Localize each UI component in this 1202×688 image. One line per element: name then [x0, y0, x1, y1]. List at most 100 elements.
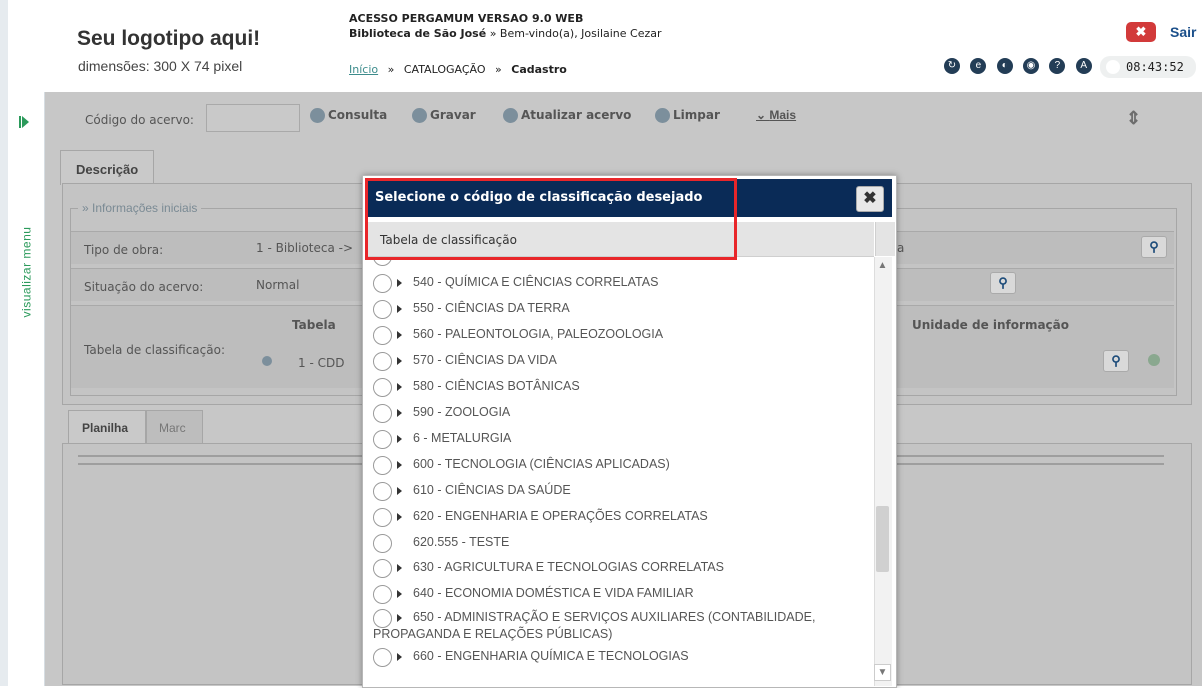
list-item[interactable]: 580 - CIÊNCIAS BOTÂNICAS — [366, 376, 874, 398]
list-item-label: 630 - AGRICULTURA E TECNOLOGIAS CORRELAT… — [413, 560, 724, 574]
access-title: ACESSO PERGAMUM VERSAO 9.0 WEB — [349, 12, 584, 25]
list-item[interactable]: 620.555 - TESTE — [366, 532, 874, 554]
expand-triangle-icon[interactable] — [397, 383, 402, 391]
x-icon: ✖ — [1135, 24, 1147, 39]
exit-button[interactable]: ✖ — [1126, 22, 1156, 42]
expand-triangle-icon[interactable] — [397, 590, 402, 598]
radio-button[interactable] — [373, 456, 392, 475]
radio-button[interactable] — [373, 352, 392, 371]
expand-triangle-icon[interactable] — [397, 653, 402, 661]
list-item[interactable]: 600 - TECNOLOGIA (CIÊNCIAS APLICADAS) — [366, 454, 874, 476]
help-icon[interactable]: ◐ — [996, 58, 1013, 74]
list-item-label: 550 - CIÊNCIAS DA TERRA — [413, 301, 570, 315]
save-label: Gravar — [430, 108, 476, 122]
list-item[interactable]: 620 - ENGENHARIA E OPERAÇÕES CORRELATAS — [366, 506, 874, 528]
update-collection-button[interactable]: Atualizar acervo — [503, 108, 631, 123]
radio-button[interactable] — [373, 559, 392, 578]
world-icon[interactable]: ◉ — [1023, 58, 1040, 74]
expand-triangle-icon[interactable] — [397, 461, 402, 469]
list-item[interactable]: 570 - CIÊNCIAS DA VIDA — [366, 350, 874, 372]
scroll-up-icon[interactable]: ▲ — [874, 257, 891, 274]
show-menu-toggle[interactable]: visualizar menu — [19, 215, 39, 335]
expand-triangle-icon[interactable] — [397, 305, 402, 313]
list-item[interactable]: 610 - CIÊNCIAS DA SAÚDE — [366, 480, 874, 502]
a-icon[interactable]: A — [1075, 58, 1092, 74]
modal-close-button[interactable]: ✖ — [856, 186, 884, 212]
expand-triangle-icon[interactable] — [397, 279, 402, 287]
list-item[interactable]: 6 - METALURGIA — [366, 428, 874, 450]
logo-subtitle: dimensões: 300 X 74 pixel — [78, 58, 243, 74]
list-item[interactable]: 560 - PALEONTOLOGIA, PALEOZOOLOGIA — [366, 324, 874, 346]
tab-spreadsheet[interactable]: Planilha — [68, 410, 146, 445]
modal-column-header-spacer — [875, 222, 895, 256]
question-icon[interactable]: ? — [1049, 58, 1066, 74]
expand-triangle-icon[interactable] — [397, 487, 402, 495]
radio-button[interactable] — [373, 378, 392, 397]
logo-title: Seu logotipo aqui! — [77, 27, 261, 50]
clock: 08:43:52 — [1100, 56, 1196, 78]
scroll-down-icon[interactable]: ▼ — [874, 664, 891, 681]
radio-button[interactable] — [373, 326, 392, 345]
update-label: Atualizar acervo — [521, 108, 632, 122]
status-value[interactable]: Normal — [256, 278, 299, 292]
work-type-value[interactable]: 1 - Biblioteca -> — [256, 241, 353, 255]
expand-triangle-icon[interactable] — [397, 435, 402, 443]
list-item-label: 570 - CIÊNCIAS DA VIDA — [413, 353, 557, 367]
breadcrumb: Início » CATALOGAÇÃO » Cadastro — [349, 63, 567, 76]
save-button[interactable]: Gravar — [412, 108, 476, 123]
radio-button[interactable] — [373, 404, 392, 423]
list-item[interactable]: 540 - QUÍMICA E CIÊNCIAS CORRELATAS — [366, 272, 874, 294]
more-button[interactable]: ⌄ Mais — [756, 108, 796, 122]
radio-button[interactable] — [373, 508, 392, 527]
list-item[interactable]: 550 - CIÊNCIAS DA TERRA — [366, 298, 874, 320]
scrollbar-thumb[interactable] — [876, 506, 889, 572]
class-unit-search-button[interactable]: ⚲ — [1103, 350, 1129, 372]
code-input[interactable] — [206, 104, 300, 132]
expand-triangle-icon[interactable] — [397, 357, 402, 365]
list-item[interactable]: 640 - ECONOMIA DOMÉSTICA E VIDA FAMILIAR — [366, 583, 874, 605]
refresh-icon[interactable]: ↻ — [944, 58, 960, 74]
clock-time: 08:43:52 — [1126, 60, 1184, 74]
list-item[interactable]: 630 - AGRICULTURA E TECNOLOGIAS CORRELAT… — [366, 557, 874, 579]
welcome-text: » Bem-vindo(a), Josilaine Cezar — [489, 27, 662, 40]
breadcrumb-separator: » — [495, 63, 502, 76]
expand-triangle-icon[interactable] — [397, 513, 402, 521]
radio-button[interactable] — [373, 300, 392, 319]
list-item[interactable]: 660 - ENGENHARIA QUÍMICA E TECNOLOGIAS — [366, 646, 874, 668]
work-type-search-button[interactable]: ⚲ — [1141, 236, 1167, 258]
modal-scrollbar[interactable] — [874, 257, 892, 686]
radio-button[interactable] — [373, 534, 392, 553]
radio-button[interactable] — [373, 274, 392, 293]
consult-label: Consulta — [328, 108, 388, 122]
ie-icon[interactable]: e — [970, 58, 987, 74]
clear-label: Limpar — [673, 108, 720, 122]
radio-button[interactable] — [373, 648, 392, 667]
exit-label[interactable]: Sair — [1170, 24, 1196, 40]
scroll-updown-icon[interactable]: ⇕ — [1126, 108, 1141, 129]
expand-triangle-icon[interactable] — [397, 331, 402, 339]
tab-spreadsheet-label: Planilha — [82, 421, 129, 435]
radio-button[interactable] — [373, 430, 392, 449]
tab-marc[interactable]: Marc — [146, 410, 203, 445]
expand-arrow-icon[interactable] — [22, 116, 29, 128]
clear-button[interactable]: Limpar — [655, 108, 720, 123]
list-item[interactable]: 590 - ZOOLOGIA — [366, 402, 874, 424]
list-item-label: 610 - CIÊNCIAS DA SAÚDE — [413, 483, 571, 497]
class-info-icon[interactable] — [262, 356, 272, 366]
add-icon[interactable] — [1148, 354, 1160, 366]
radio-button[interactable] — [373, 585, 392, 604]
list-item-label: 620 - ENGENHARIA E OPERAÇÕES CORRELATAS — [413, 509, 708, 523]
status-label: Situação do acervo: — [84, 280, 204, 294]
list-item[interactable]: 650 - ADMINISTRAÇÃO E SERVIÇOS AUXILIARE… — [366, 607, 874, 647]
class-col-table: Tabela — [292, 318, 336, 332]
status-search-button[interactable]: ⚲ — [990, 272, 1016, 294]
expand-triangle-icon[interactable] — [397, 409, 402, 417]
radio-button[interactable] — [373, 482, 392, 501]
consult-button[interactable]: Consulta — [310, 108, 387, 123]
expand-triangle-icon[interactable] — [397, 564, 402, 572]
work-type-label: Tipo de obra: — [84, 243, 164, 257]
tab-description[interactable]: Descrição — [60, 150, 154, 185]
breadcrumb-home-link[interactable]: Início — [349, 63, 378, 76]
class-table-value[interactable]: 1 - CDD — [298, 356, 344, 370]
update-icon — [503, 108, 518, 123]
